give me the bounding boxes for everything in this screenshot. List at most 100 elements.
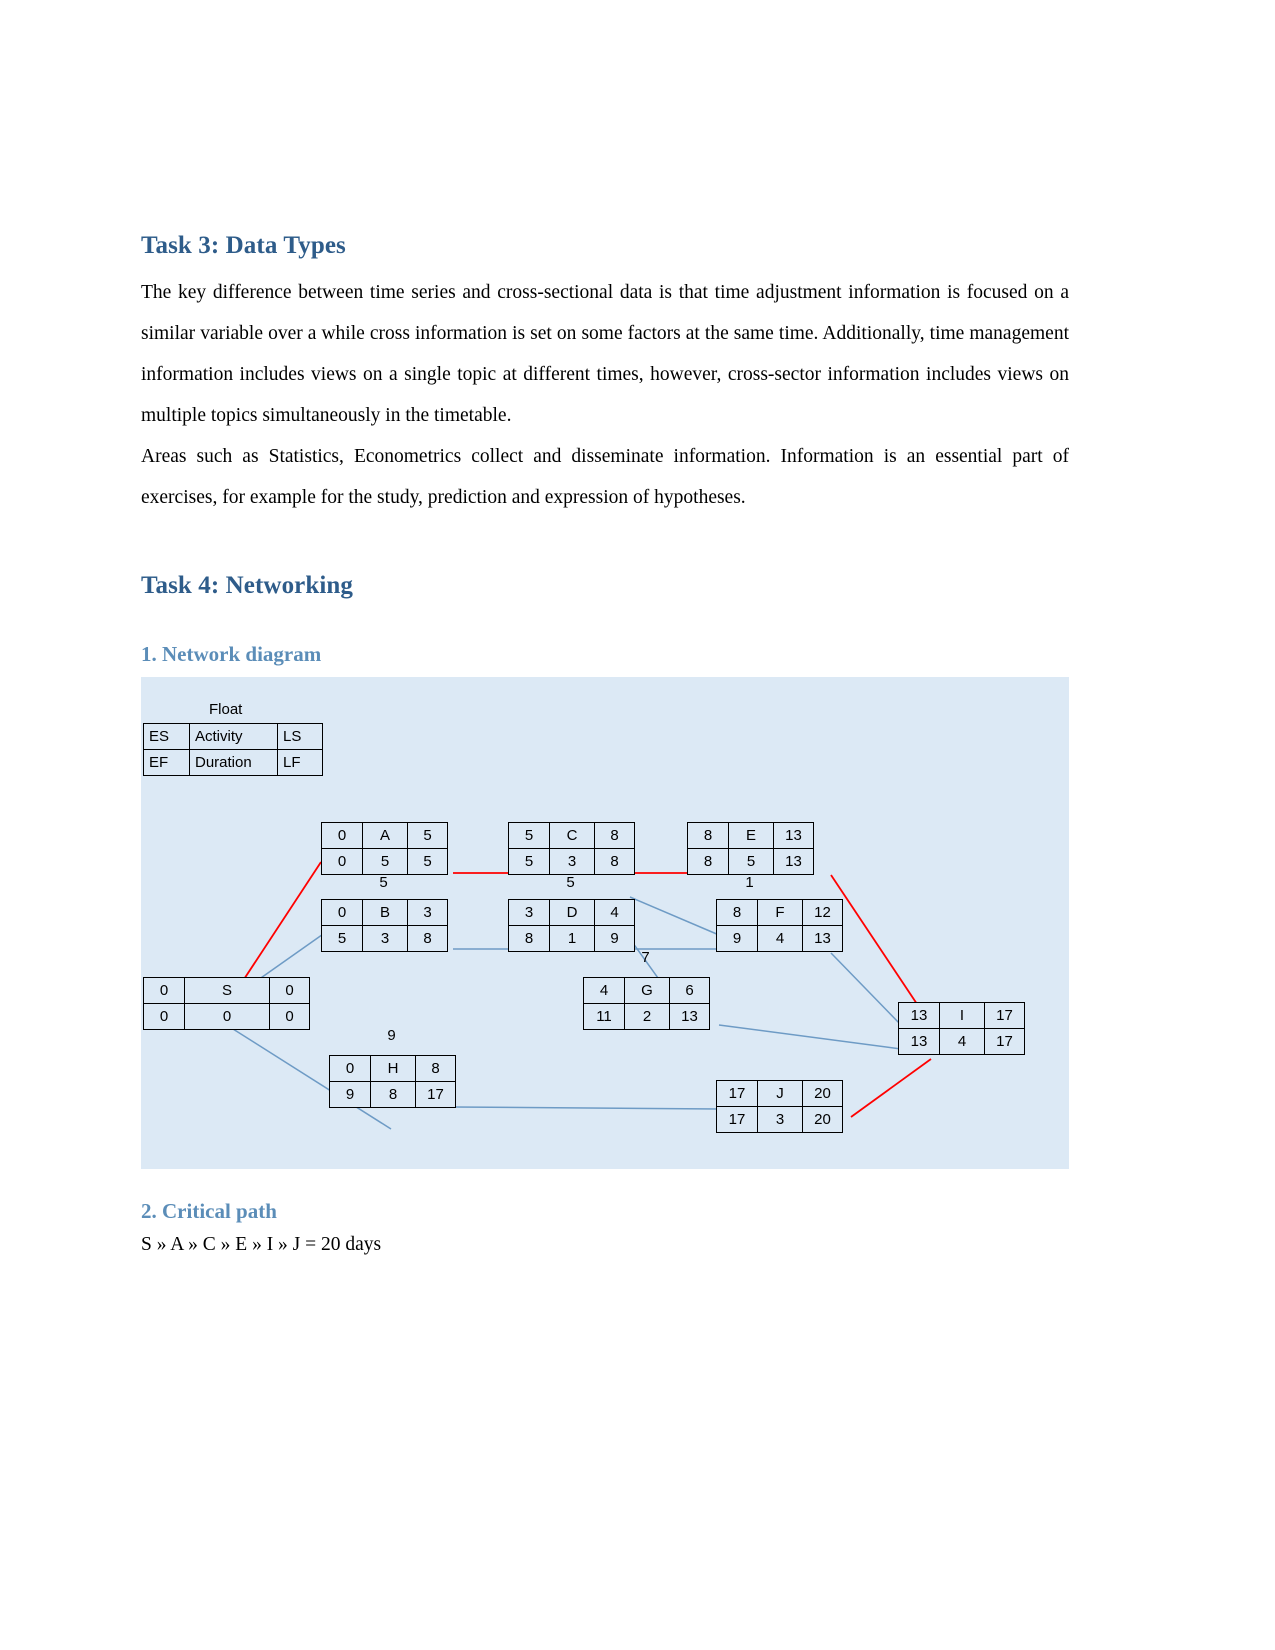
node-c-float: 5 (566, 874, 575, 891)
node-a-ls: 5 (407, 823, 447, 848)
node-a-row-2: 0 5 5 (322, 848, 447, 874)
node-g-activity: G (624, 978, 669, 1003)
node-e-ef: 8 (703, 853, 713, 870)
node-h-ef: 9 (345, 1086, 355, 1103)
task3-paragraph-2: Areas such as Statistics, Econometrics c… (141, 446, 1069, 508)
node-s-lf: 0 (269, 1004, 309, 1029)
node-g: 4 G 6 11 2 13 (583, 977, 710, 1030)
node-e-activity: E (728, 823, 773, 848)
node-j-row-2: 17 3 20 (717, 1106, 842, 1132)
node-d-ls: 4 (594, 900, 634, 925)
node-h-duration: 8 (370, 1082, 415, 1107)
node-j-duration: 3 (757, 1107, 802, 1132)
node-b-duration: 3 (362, 926, 407, 951)
legend-row-2: EF Duration LF (144, 749, 322, 775)
node-j-es: 17 (728, 1085, 746, 1102)
node-j: 17 J 20 17 3 20 (716, 1080, 843, 1133)
node-f-lf: 13 (802, 926, 842, 951)
node-j-ef: 17 (728, 1111, 746, 1128)
node-d: 3 D 4 8 1 9 (508, 899, 635, 952)
node-c-duration: 3 (549, 849, 594, 874)
network-diagram: Float ES Activity LS EF Duration LF 0 A (141, 677, 1069, 1169)
node-f-ls: 12 (802, 900, 842, 925)
node-d-activity: D (549, 900, 594, 925)
legend-duration: Duration (189, 750, 277, 775)
page-content: Task 3: Data Types The key difference be… (141, 232, 1069, 1256)
node-g-row-1: 4 G 6 (584, 978, 709, 1003)
node-e-es: 8 (703, 827, 713, 844)
node-d-row-2: 8 1 9 (509, 925, 634, 951)
node-e-ls: 13 (773, 823, 813, 848)
node-c-row-1: 5 C 8 (509, 823, 634, 848)
node-i-row-2: 13 4 17 (899, 1028, 1024, 1054)
node-i-duration: 4 (939, 1029, 984, 1054)
node-h-row-2: 9 8 17 (330, 1081, 455, 1107)
node-a-lf: 5 (407, 849, 447, 874)
legend-node: ES Activity LS EF Duration LF (143, 723, 323, 776)
node-i-ls: 17 (984, 1003, 1024, 1028)
node-a-float: 5 (379, 874, 388, 891)
node-h: 0 H 8 9 8 17 (329, 1055, 456, 1108)
legend-float-label: Float (209, 701, 243, 718)
node-g-float: 7 (641, 949, 650, 966)
node-d-row-1: 3 D 4 (509, 900, 634, 925)
node-d-duration: 1 (549, 926, 594, 951)
node-b-row-2: 5 3 8 (322, 925, 447, 951)
node-a-ef: 0 (337, 853, 347, 870)
node-b-row-1: 0 B 3 (322, 900, 447, 925)
node-e-duration: 5 (728, 849, 773, 874)
node-f-es: 8 (732, 904, 742, 921)
node-s-ef: 0 (159, 1008, 169, 1025)
task3-heading: Task 3: Data Types (141, 232, 346, 259)
node-g-es: 4 (599, 982, 609, 999)
node-c-ls: 8 (594, 823, 634, 848)
node-e-float: 1 (745, 874, 754, 891)
critical-path-text: S » A » C » E » I » J = 20 days (141, 1234, 382, 1255)
node-s-row-2: 0 0 0 (144, 1003, 309, 1029)
node-h-lf: 17 (415, 1082, 455, 1107)
node-j-lf: 20 (802, 1107, 842, 1132)
node-h-es: 0 (345, 1060, 355, 1077)
node-s-es: 0 (159, 982, 169, 999)
heading-spacer (141, 612, 1069, 642)
node-s-duration: 0 (184, 1004, 269, 1029)
node-e-row-1: 8 E 13 (688, 823, 813, 848)
document-page: Task 3: Data Types The key difference be… (0, 0, 1275, 1650)
node-h-float: 9 (387, 1027, 396, 1044)
node-f-ef: 9 (732, 930, 742, 947)
node-h-ls: 8 (415, 1056, 455, 1081)
node-a-es: 0 (337, 827, 347, 844)
node-c-es: 5 (524, 827, 534, 844)
node-e-lf: 13 (773, 849, 813, 874)
node-s: 0 S 0 0 0 0 (143, 977, 310, 1030)
node-b-ls: 3 (407, 900, 447, 925)
task3-paragraph-1: The key difference between time series a… (141, 282, 1069, 426)
node-i-lf: 17 (984, 1029, 1024, 1054)
node-c: 5 C 8 5 3 8 (508, 822, 635, 875)
node-i-row-1: 13 I 17 (899, 1003, 1024, 1028)
legend-lf: LF (277, 750, 322, 775)
node-f: 8 F 12 9 4 13 (716, 899, 843, 952)
node-s-ls: 0 (269, 978, 309, 1003)
node-c-lf: 8 (594, 849, 634, 874)
node-g-ls: 6 (669, 978, 709, 1003)
legend-es: ES (149, 728, 170, 745)
node-s-row-1: 0 S 0 (144, 978, 309, 1003)
legend-ls: LS (277, 724, 322, 749)
node-d-ef: 8 (524, 930, 534, 947)
network-diagram-heading: 1. Network diagram (141, 642, 322, 666)
node-a-row-1: 0 A 5 (322, 823, 447, 848)
diagram-spacer (141, 1169, 1069, 1199)
node-g-row-2: 11 2 13 (584, 1003, 709, 1029)
node-h-row-1: 0 H 8 (330, 1056, 455, 1081)
node-f-duration: 4 (757, 926, 802, 951)
node-b-lf: 8 (407, 926, 447, 951)
node-c-row-2: 5 3 8 (509, 848, 634, 874)
node-c-activity: C (549, 823, 594, 848)
node-f-row-1: 8 F 12 (717, 900, 842, 925)
node-d-lf: 9 (594, 926, 634, 951)
node-i: 13 I 17 13 4 17 (898, 1002, 1025, 1055)
node-e: 8 E 13 8 5 13 (687, 822, 814, 875)
node-b-es: 0 (337, 904, 347, 921)
node-s-activity: S (184, 978, 269, 1003)
